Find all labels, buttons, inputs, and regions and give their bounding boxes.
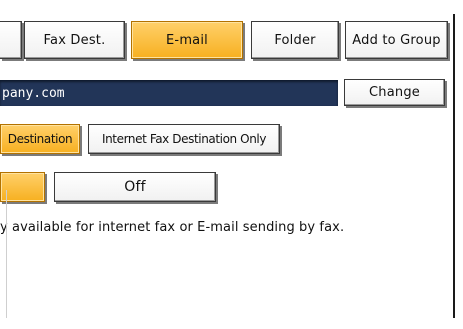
tab-fax-dest[interactable]: Fax Dest. [24, 21, 125, 59]
email-address-field[interactable]: pany.com [0, 80, 338, 106]
note-text: y available for internet fax or E-mail s… [0, 220, 345, 235]
off-button[interactable]: Off [54, 172, 216, 202]
panel-border [453, 14, 455, 318]
change-button[interactable]: Change [344, 79, 445, 106]
destination-button[interactable]: Destination [0, 124, 80, 154]
tab-folder[interactable]: Folder [251, 21, 339, 59]
internet-fax-destination-only-button[interactable]: Internet Fax Destination Only [88, 124, 280, 154]
screen: Fax Dest. E-mail Folder Add to Group pan… [0, 0, 463, 329]
tab-previous[interactable] [0, 21, 22, 59]
tab-add-to-group[interactable]: Add to Group [345, 21, 448, 59]
panel-divider [6, 190, 7, 318]
tab-email[interactable]: E-mail [131, 21, 243, 59]
